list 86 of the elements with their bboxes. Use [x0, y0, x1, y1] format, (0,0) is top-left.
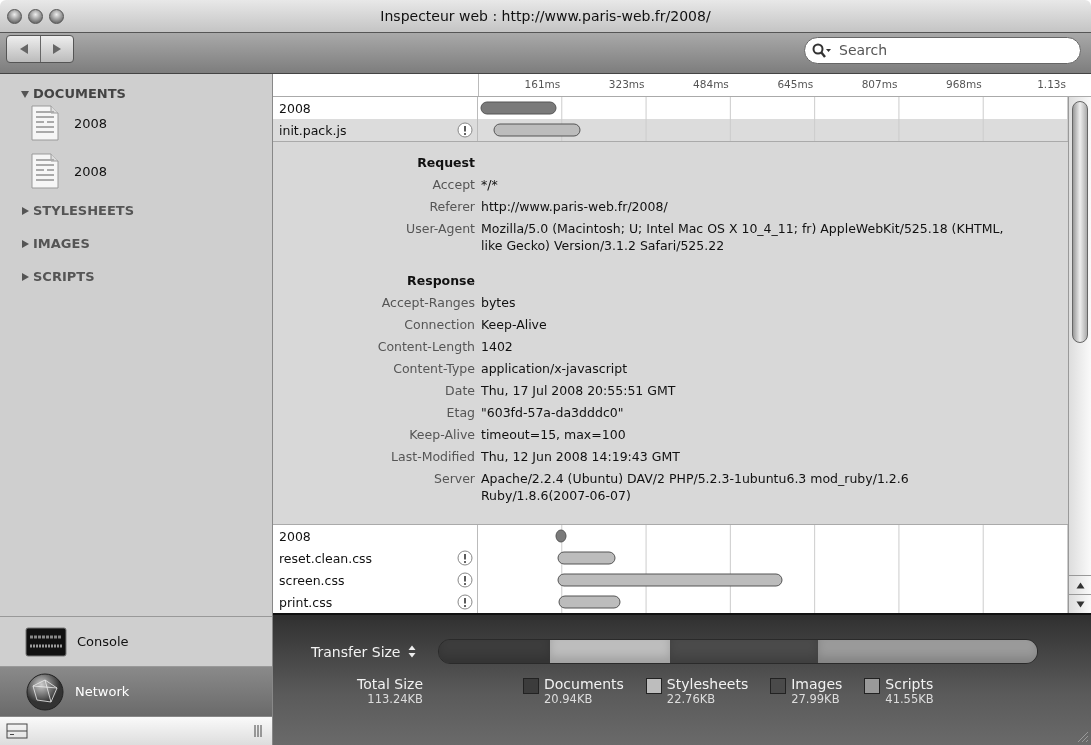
timeline-bar: [558, 595, 621, 609]
resource-name[interactable]: screen.css: [279, 572, 345, 588]
header-value: http://www.paris-web.fr/2008/: [481, 198, 669, 215]
header-value: Mozilla/5.0 (Macintosh; U; Intel Mac OS X 10_4_11; fr) AppleWebKit/525.18 (KHTML, like Gecko) Version/3.1.2 Safari/525.22: [481, 220, 1005, 254]
right-triangle-icon: [52, 43, 62, 55]
window-control[interactable]: [7, 8, 22, 24]
window-control[interactable]: [49, 8, 64, 24]
search-field[interactable]: Search: [804, 36, 1081, 64]
legend-label: Scripts: [885, 676, 934, 692]
sidebar-section[interactable]: SCRIPTS: [20, 269, 95, 284]
resize-grip-icon[interactable]: [254, 724, 262, 738]
legend-size: 41.55KB: [885, 692, 934, 706]
header-value: Keep-Alive: [481, 316, 548, 333]
header-value: */*: [481, 176, 499, 193]
legend-label: Images: [791, 676, 843, 692]
layout-toggle-icon[interactable]: [6, 723, 28, 739]
document-icon: [30, 153, 60, 189]
transfer-size-selector[interactable]: Transfer Size: [311, 643, 417, 660]
disclosure-triangle-icon: [20, 205, 30, 216]
resource-name[interactable]: print.css: [279, 594, 333, 610]
up-down-arrows-icon: [408, 645, 417, 658]
warning-icon: [457, 572, 473, 588]
header-name: Last-Modified: [390, 448, 475, 465]
header-name: Accept-Ranges: [380, 294, 475, 311]
search-icon: [812, 42, 832, 59]
header-name: Server: [433, 470, 475, 488]
document-icon: [30, 105, 60, 141]
header-name: Referer: [428, 198, 475, 215]
tick-label: 161ms: [524, 78, 562, 90]
up-arrow-icon[interactable]: [1075, 581, 1085, 589]
sidebar-item[interactable]: 2008: [30, 153, 108, 189]
window-control[interactable]: [28, 8, 43, 24]
sidebar-section[interactable]: STYLESHEETS: [20, 203, 135, 218]
header-name: Keep-Alive: [408, 426, 475, 443]
header-name: Date: [444, 382, 475, 399]
header-value: Thu, 12 Jun 2008 14:19:43 GMT: [481, 448, 681, 465]
warning-icon: [457, 122, 473, 138]
legend-label: Documents: [544, 676, 624, 692]
console-icon: [25, 624, 67, 659]
disclosure-triangle-icon: [20, 238, 30, 249]
section-title: Request: [416, 154, 475, 171]
timeline-bar: [557, 551, 616, 565]
header-name: Content-Type: [392, 360, 475, 377]
resource-name[interactable]: reset.clean.css: [279, 550, 373, 566]
tick-label: 807ms: [861, 78, 899, 90]
header-value: bytes: [481, 294, 517, 311]
resource-name[interactable]: 2008: [279, 100, 311, 116]
header-value: Apache/2.2.4 (Ubuntu) DAV/2 PHP/5.2.3-1ubuntu6.3 mod_ruby/1.2.6 Ruby/1.8.6(2007-06-07): [481, 470, 910, 504]
header-name: Connection: [403, 316, 475, 333]
header-value: Thu, 17 Jul 2008 20:55:51 GMT: [481, 382, 677, 399]
disclosure-triangle-icon: [20, 88, 30, 99]
resource-name[interactable]: init.pack.js: [279, 122, 347, 138]
window-title: Inspecteur web : http://www.paris-web.fr/2008/: [380, 8, 711, 24]
header-name: User-Agent: [405, 220, 475, 238]
header-value: timeout=15, max=100: [481, 426, 627, 443]
header-name: Etag: [445, 404, 475, 421]
tick-label: 323ms: [608, 78, 646, 90]
total-size-label: Total Size: [357, 676, 423, 692]
sidebar-section[interactable]: DOCUMENTS: [20, 86, 126, 101]
header-name: Content-Length: [376, 338, 475, 355]
warning-icon: [457, 594, 473, 610]
header-value: application/x-javascript: [481, 360, 629, 377]
section-title: Response: [406, 272, 475, 289]
legend-size: 20.94KB: [544, 692, 594, 706]
sidebar-item[interactable]: 2008: [30, 105, 108, 141]
disclosure-triangle-icon: [20, 271, 30, 282]
tick-label: 484ms: [693, 78, 730, 90]
resource-name[interactable]: 2008: [279, 528, 311, 544]
left-triangle-icon: [18, 43, 29, 55]
tick-label: 1.13s: [1037, 78, 1067, 90]
tick-label: 645ms: [777, 78, 815, 90]
down-arrow-icon[interactable]: [1075, 600, 1085, 608]
sidebar-section[interactable]: IMAGES: [20, 236, 90, 251]
tick-label: 968ms: [945, 78, 983, 90]
legend-label: Stylesheets: [666, 676, 749, 692]
legend-size: 22.76KB: [666, 692, 717, 706]
header-value: "603fd-57a-da3dddc0": [481, 404, 625, 421]
warning-icon: [457, 550, 473, 566]
timeline-bar: [555, 529, 567, 543]
header-value: 1402: [481, 338, 514, 355]
globe-icon: [25, 671, 65, 712]
panel-tab[interactable]: Network: [0, 666, 272, 716]
total-size-value: 113.24KB: [367, 692, 423, 706]
header-name: Accept: [431, 176, 475, 193]
scrollbar[interactable]: [1068, 97, 1091, 613]
legend-size: 27.99KB: [791, 692, 841, 706]
